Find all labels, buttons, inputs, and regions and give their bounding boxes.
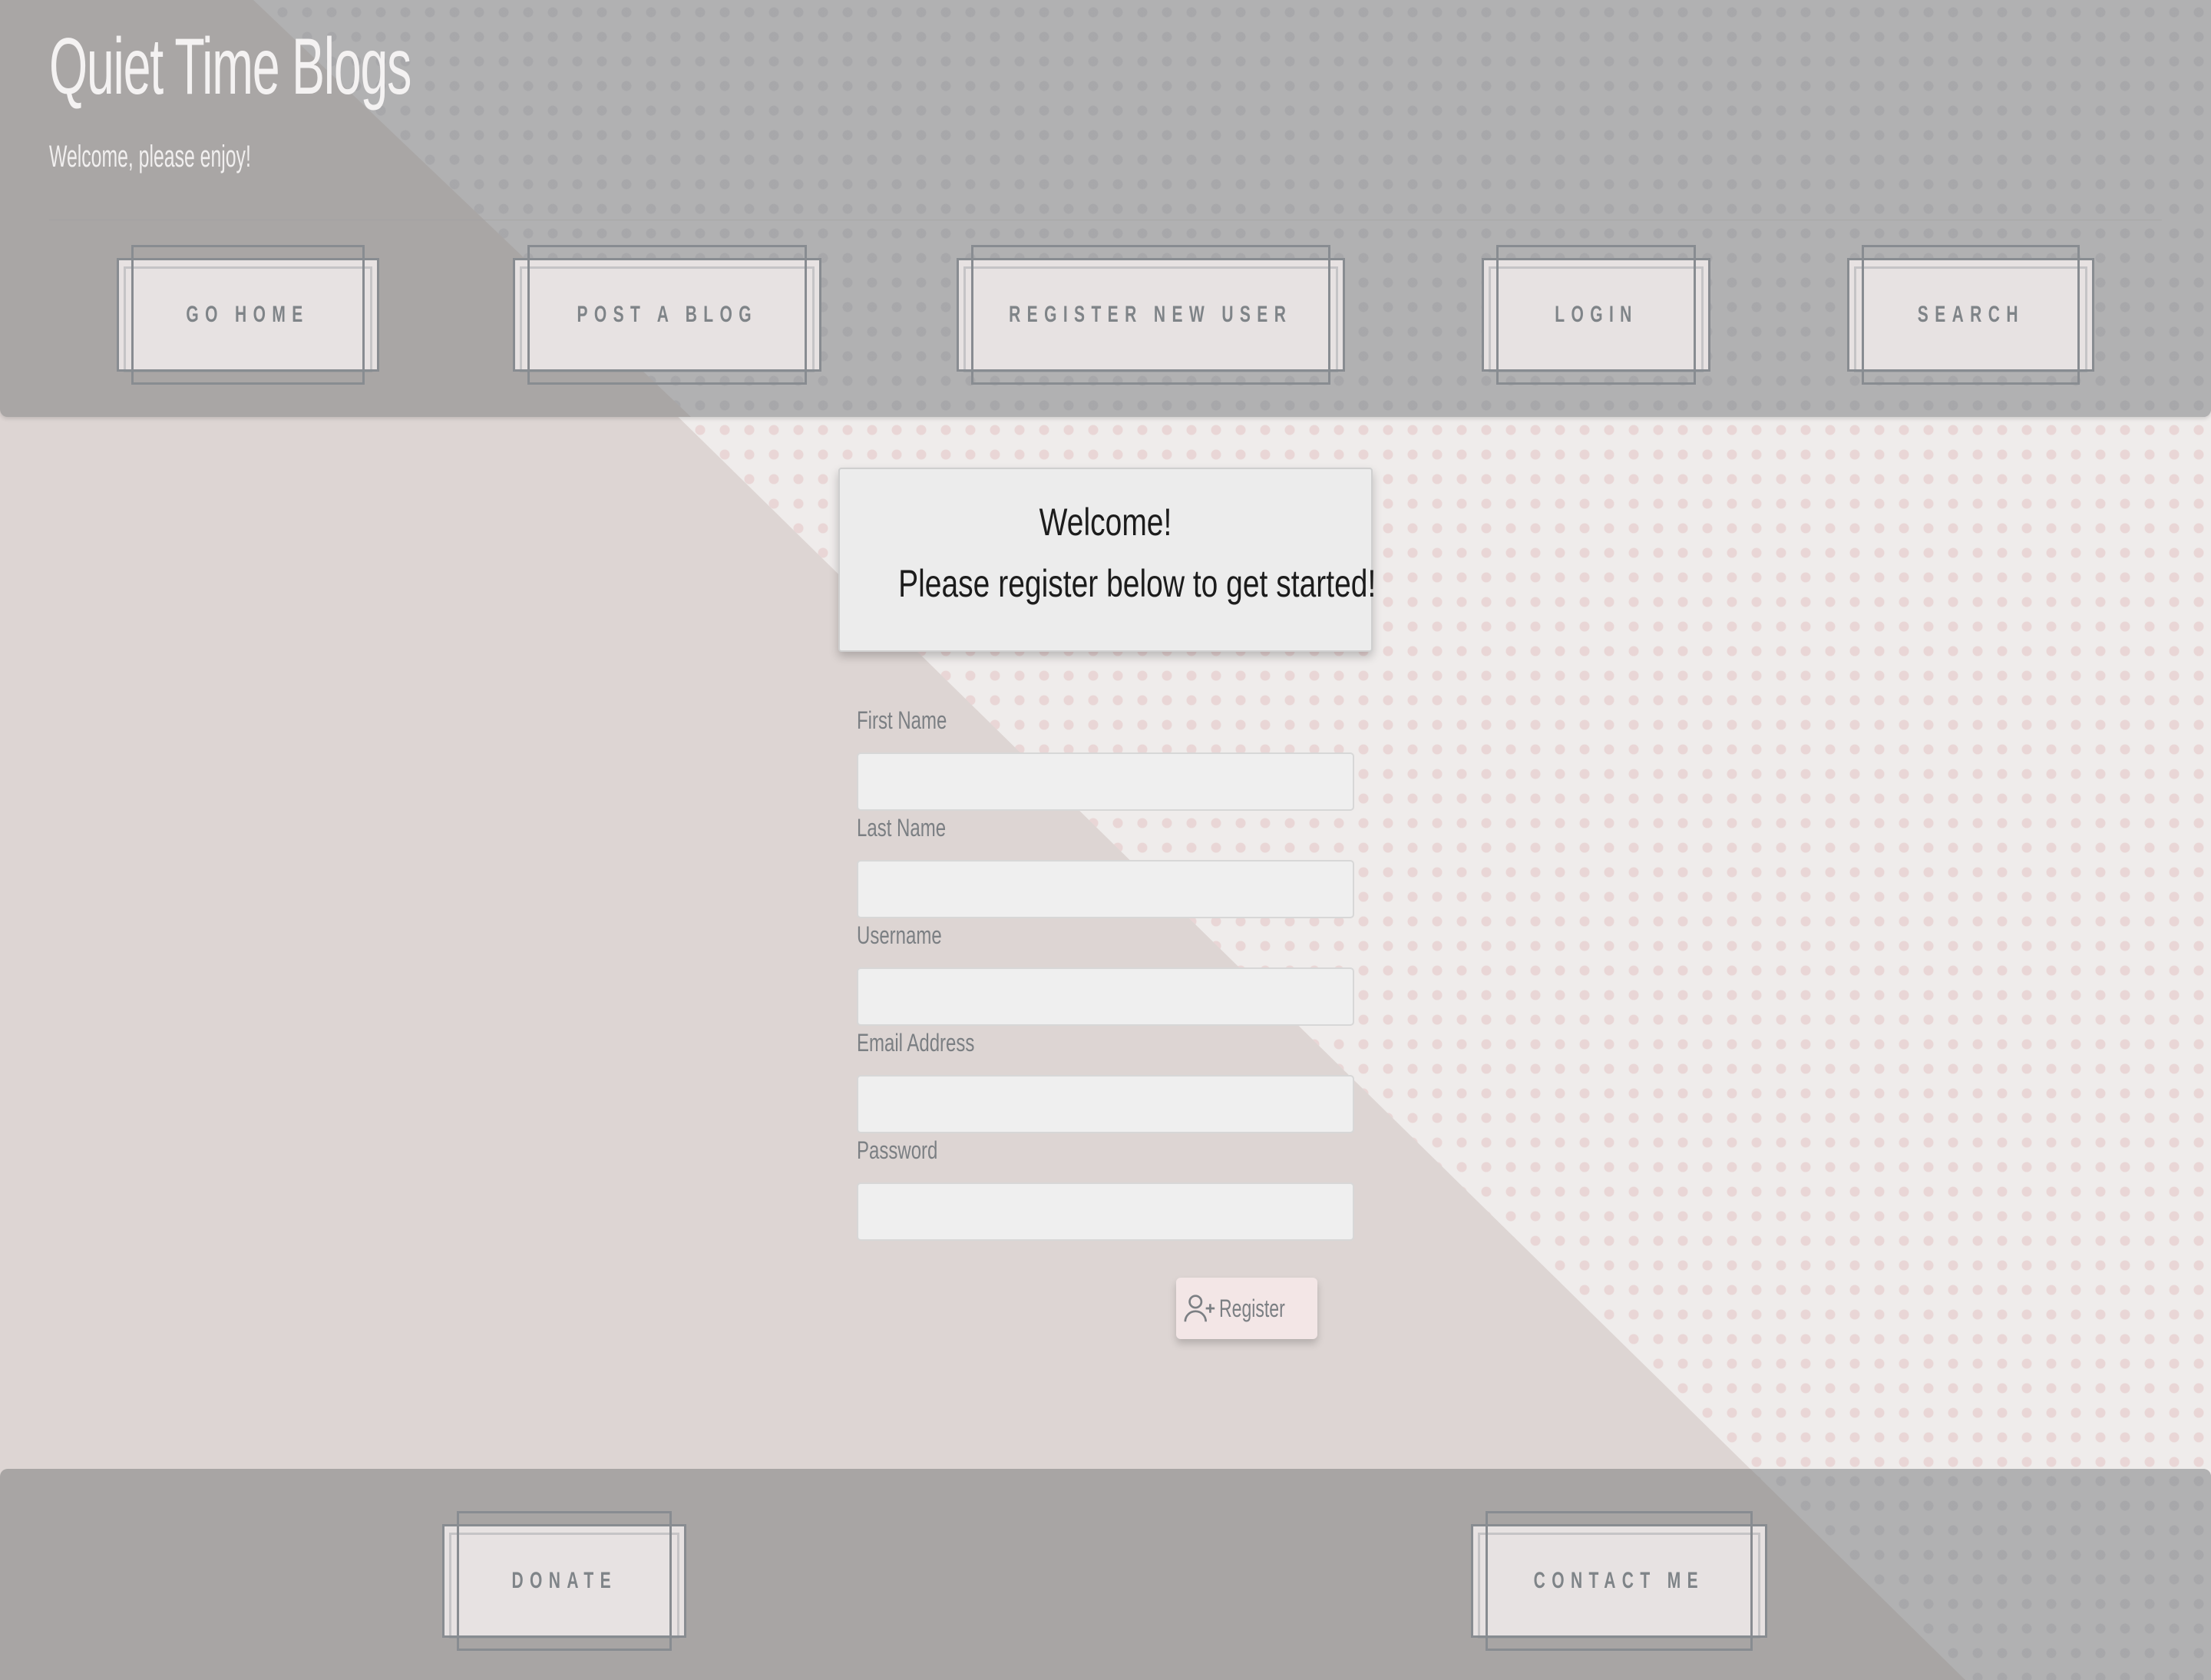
email-field[interactable] (857, 1075, 1354, 1133)
email-address-label: Email Address (857, 1029, 975, 1057)
first-name-label: First Name (857, 706, 947, 734)
site-header: Quiet Time Blogs Welcome, please enjoy! … (0, 0, 2211, 417)
username-label: Username (857, 921, 942, 949)
password-label: Password (857, 1136, 938, 1164)
nav-go-home-button[interactable]: GO HOME (117, 245, 379, 385)
welcome-card: Welcome! Please register below to get st… (838, 468, 1377, 652)
nav-login-label: LOGIN (1554, 302, 1638, 327)
nav-search-button[interactable]: SEARCH (1847, 245, 2094, 385)
last-name-label: Last Name (857, 814, 947, 842)
register-button[interactable]: Register (1176, 1278, 1317, 1339)
last-name-field[interactable] (857, 860, 1354, 918)
first-name-field[interactable] (857, 752, 1354, 811)
donate-label: DONATE (511, 1568, 617, 1593)
site-footer: DONATE CONTACT ME (0, 1469, 2211, 1680)
nav-go-home-label: GO HOME (186, 302, 310, 327)
site-title: Quiet Time Blogs (49, 22, 411, 111)
welcome-heading: Welcome! (1039, 501, 1172, 544)
nav-search-label: SEARCH (1917, 302, 2024, 327)
nav-post-a-blog-label: POST A BLOG (577, 302, 758, 327)
contact-me-button[interactable]: CONTACT ME (1471, 1511, 1767, 1651)
nav-register-new-user-button[interactable]: REGISTER NEW USER (957, 245, 1345, 385)
register-button-label: Register (1219, 1294, 1286, 1322)
welcome-instructions: Please register below to get started! (898, 562, 1377, 605)
site-subtitle: Welcome, please enjoy! (49, 140, 251, 174)
nav-register-new-user-label: REGISTER NEW USER (1009, 302, 1293, 327)
password-field[interactable] (857, 1182, 1354, 1241)
footer-background-pattern (1750, 1469, 2211, 1680)
nav-post-a-blog-button[interactable]: POST A BLOG (513, 245, 821, 385)
contact-me-label: CONTACT ME (1533, 1568, 1705, 1593)
user-plus-icon (1184, 1295, 1215, 1322)
donate-button[interactable]: DONATE (442, 1511, 686, 1651)
nav-login-button[interactable]: LOGIN (1482, 245, 1710, 385)
username-field[interactable] (857, 967, 1354, 1026)
